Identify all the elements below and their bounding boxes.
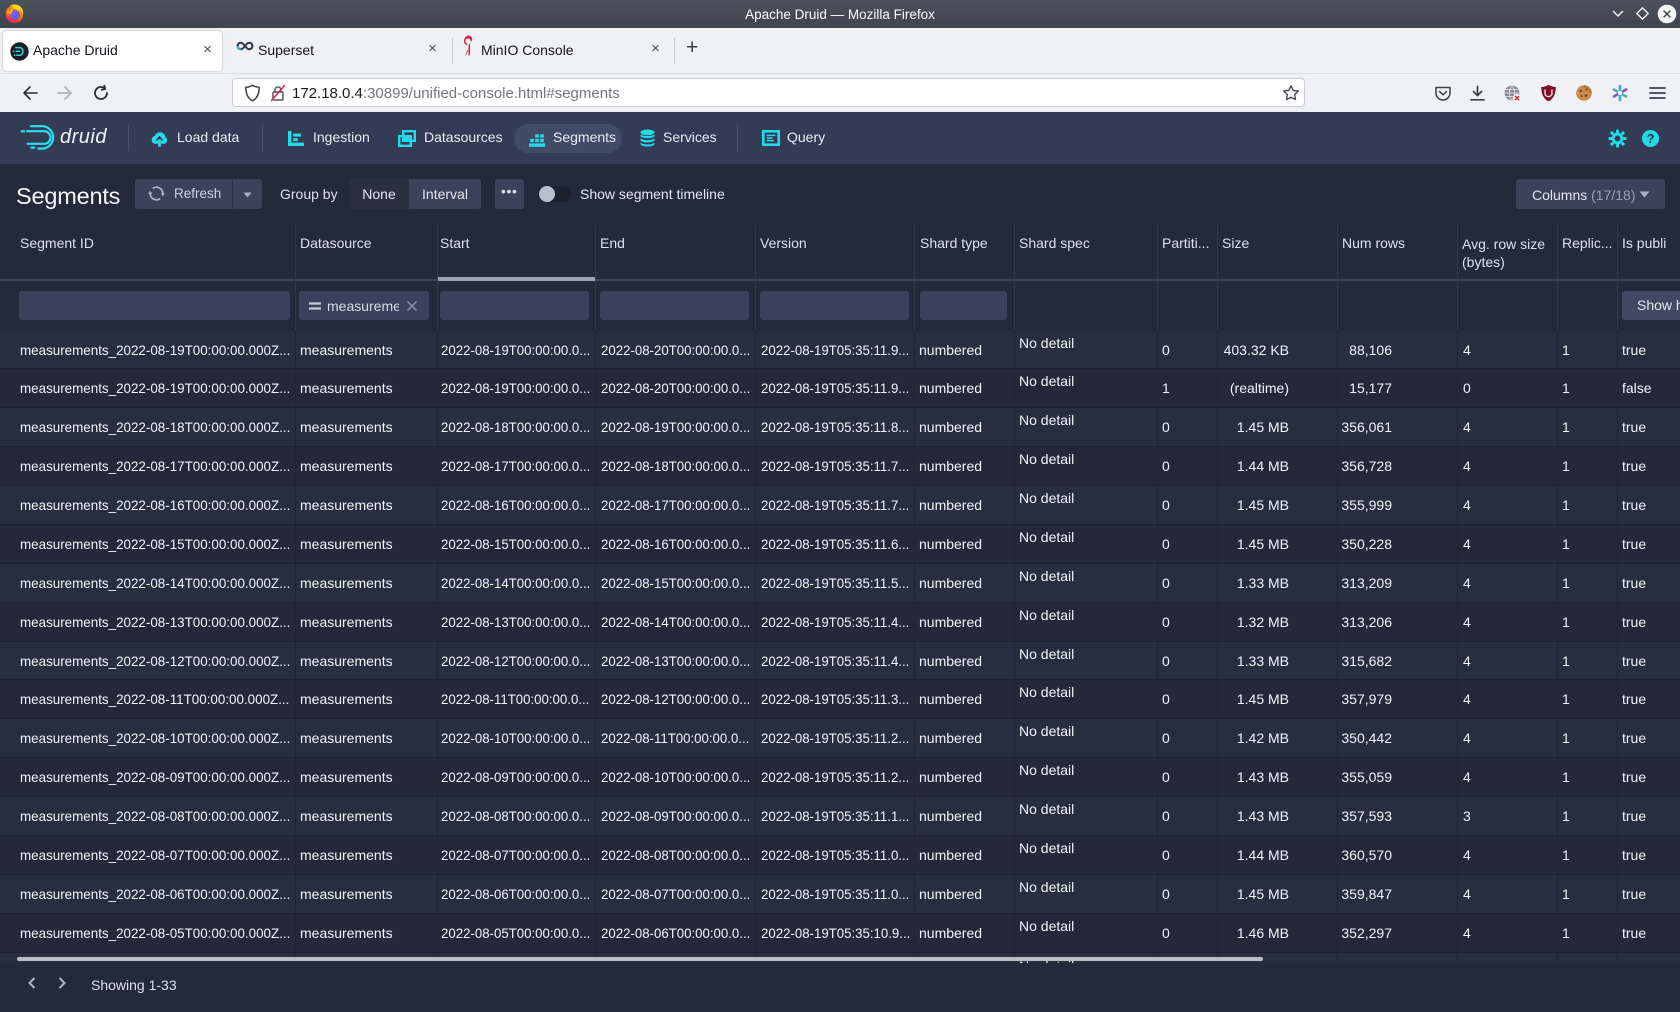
svg-text:?: ? bbox=[1647, 131, 1655, 146]
